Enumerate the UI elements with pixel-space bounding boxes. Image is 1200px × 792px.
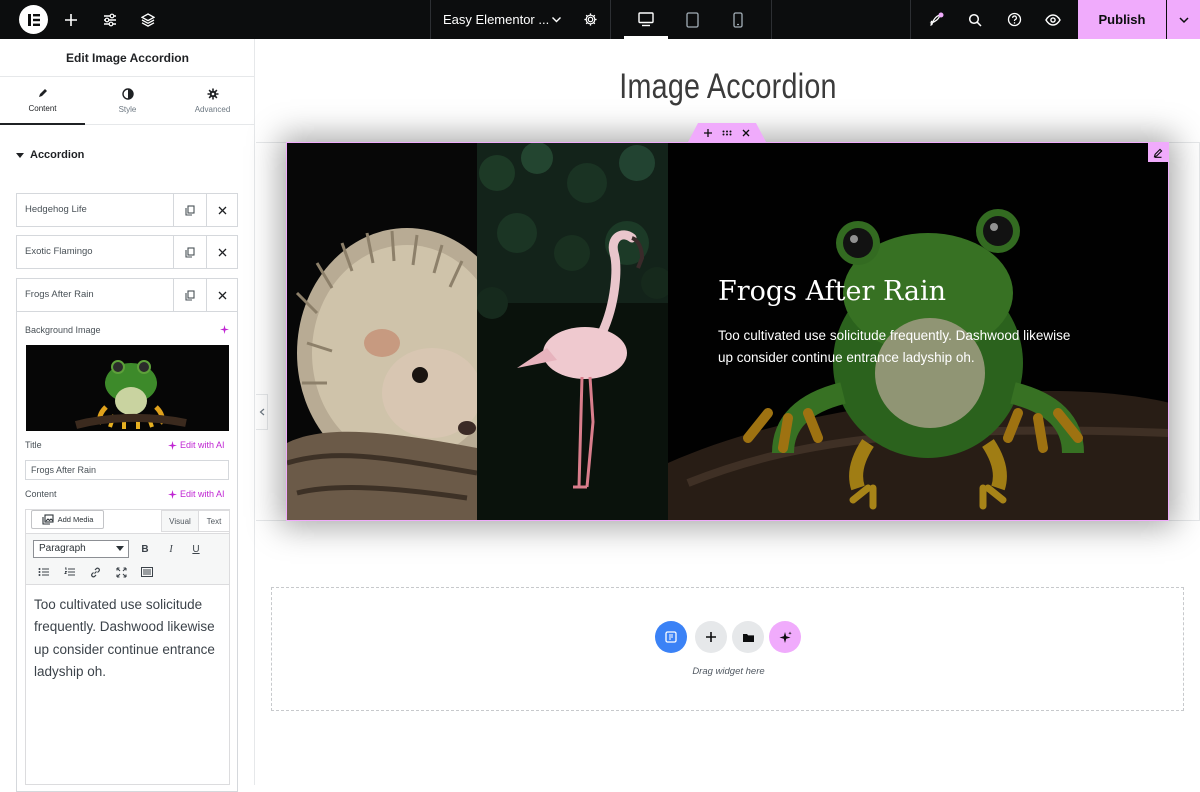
edit-with-ai-link[interactable]: Edit with AI (168, 489, 225, 499)
accordion-active-title: Frogs After Rain (718, 276, 947, 307)
tab-advanced-label: Advanced (194, 105, 231, 114)
desktop-device-icon[interactable] (624, 0, 668, 39)
notifications-rocket-icon[interactable] (924, 0, 948, 39)
italic-icon[interactable]: I (164, 542, 178, 556)
help-icon[interactable] (1002, 0, 1026, 39)
drop-zone[interactable]: Drag widget here (271, 587, 1184, 711)
ai-sparkle-icon (168, 440, 177, 450)
add-media-button[interactable]: Add Media (31, 510, 104, 529)
bold-icon[interactable]: B (138, 542, 152, 556)
ai-sparkle-icon (168, 489, 177, 499)
elementor-logo-icon[interactable] (19, 5, 48, 34)
accordion-content-line: up consider continue entrance ladyship o… (718, 350, 975, 365)
tab-content-label: Content (28, 104, 57, 113)
content-label: Content (25, 489, 57, 499)
divider (430, 0, 431, 39)
bullet-list-icon[interactable] (36, 565, 50, 579)
repeater-item[interactable]: Exotic Flamingo (16, 235, 238, 269)
repeater-item-active[interactable]: Frogs After Rain (16, 278, 238, 312)
duplicate-icon[interactable] (173, 279, 206, 311)
accordion-section-toggle[interactable]: Accordion (16, 149, 84, 161)
media-icon (42, 514, 54, 525)
preview-eye-icon[interactable] (1041, 0, 1065, 39)
structure-layers-icon[interactable] (135, 0, 161, 39)
ai-sparkle-icon[interactable] (220, 325, 229, 334)
add-icon[interactable] (704, 128, 712, 137)
numbered-list-icon[interactable] (62, 565, 76, 579)
remove-icon[interactable] (206, 194, 238, 226)
repeater-item-title: Hedgehog Life (25, 204, 87, 215)
caret-down-icon (116, 546, 124, 551)
page-title[interactable]: Image Accordion (341, 67, 1115, 107)
edit-with-ai-label: Edit with AI (180, 489, 225, 499)
repeater-item-title: Frogs After Rain (25, 289, 94, 300)
link-icon[interactable] (88, 565, 102, 579)
tab-advanced[interactable]: Advanced (170, 77, 255, 125)
add-section-plus-icon[interactable] (695, 621, 727, 653)
edit-with-ai-label: Edit with AI (180, 440, 225, 450)
divider (771, 0, 772, 39)
editor-content[interactable]: Too cultivated use solicitude frequently… (34, 594, 224, 683)
add-media-label: Add Media (57, 515, 94, 524)
accordion-active-content: Too cultivated use solicitude frequently… (718, 325, 1090, 369)
panel-title: Edit Image Accordion (0, 39, 255, 77)
search-icon[interactable] (963, 0, 987, 39)
title-input[interactable]: Frogs After Rain (25, 460, 229, 480)
remove-icon[interactable] (206, 279, 238, 311)
tab-content[interactable]: Content (0, 77, 85, 125)
tab-style-label: Style (118, 105, 137, 114)
add-widget-icon[interactable] (655, 621, 687, 653)
accordion-item-flamingo[interactable] (477, 143, 668, 520)
editor-panel: Edit Image Accordion Content Style Advan… (0, 39, 255, 792)
image-accordion-widget[interactable]: Frogs After Rain Too cultivated use soli… (286, 142, 1169, 521)
repeater-item[interactable]: Hedgehog Life (16, 193, 238, 227)
background-image-thumbnail[interactable] (26, 345, 229, 431)
editor-toolbar: Paragraph B I U (26, 533, 229, 585)
section-handle[interactable] (688, 123, 766, 142)
site-name[interactable]: Easy Elementor ... (443, 0, 549, 39)
ai-sparkle-icon[interactable] (769, 621, 801, 653)
gear-icon (207, 88, 218, 100)
background-image-label: Background Image (25, 325, 101, 335)
chevron-down-icon[interactable] (546, 0, 566, 39)
accordion-item-hedgehog[interactable] (287, 143, 477, 520)
close-icon[interactable] (742, 129, 750, 137)
text-tab[interactable]: Text (199, 510, 230, 532)
mobile-device-icon[interactable] (716, 0, 760, 39)
wysiwyg-editor: Add Media Visual Text Paragraph B I U To… (25, 509, 230, 785)
publish-options-chevron-icon[interactable] (1167, 0, 1200, 39)
contrast-icon (121, 88, 134, 100)
site-settings-icon[interactable] (97, 0, 123, 39)
fullscreen-icon[interactable] (114, 565, 128, 579)
format-select[interactable]: Paragraph (33, 540, 129, 558)
edit-with-ai-link[interactable]: Edit with AI (168, 440, 225, 450)
toolbar-toggle-icon[interactable] (140, 565, 154, 579)
tab-style[interactable]: Style (85, 77, 170, 125)
accordion-content-line: Too cultivated use solicitude frequently… (718, 328, 1071, 343)
format-select-value: Paragraph (39, 543, 86, 554)
duplicate-icon[interactable] (173, 236, 206, 268)
section-title: Accordion (30, 149, 85, 161)
duplicate-icon[interactable] (173, 194, 206, 226)
title-label: Title (25, 440, 42, 450)
preview-canvas: Image Accordion Frogs After Rain Too cul… (256, 39, 1200, 785)
divider (910, 0, 911, 39)
edit-widget-pencil-icon[interactable] (1148, 143, 1168, 162)
divider (610, 0, 611, 39)
caret-down-icon (16, 153, 24, 158)
underline-icon[interactable]: U (189, 542, 203, 556)
visual-tab[interactable]: Visual (161, 510, 199, 532)
drop-zone-hint: Drag widget here (692, 666, 765, 677)
repeater-item-title: Exotic Flamingo (25, 246, 93, 257)
publish-button[interactable]: Publish (1078, 0, 1166, 39)
top-bar: Easy Elementor ... Publish (0, 0, 1200, 39)
panel-tabs: Content Style Advanced (0, 77, 255, 125)
drag-handle-icon[interactable] (722, 130, 732, 136)
pencil-icon (38, 89, 47, 97)
template-library-folder-icon[interactable] (732, 621, 764, 653)
page-settings-gear-icon[interactable] (579, 0, 601, 39)
tablet-device-icon[interactable] (670, 0, 714, 39)
add-element-icon[interactable] (58, 0, 84, 39)
remove-icon[interactable] (206, 236, 238, 268)
